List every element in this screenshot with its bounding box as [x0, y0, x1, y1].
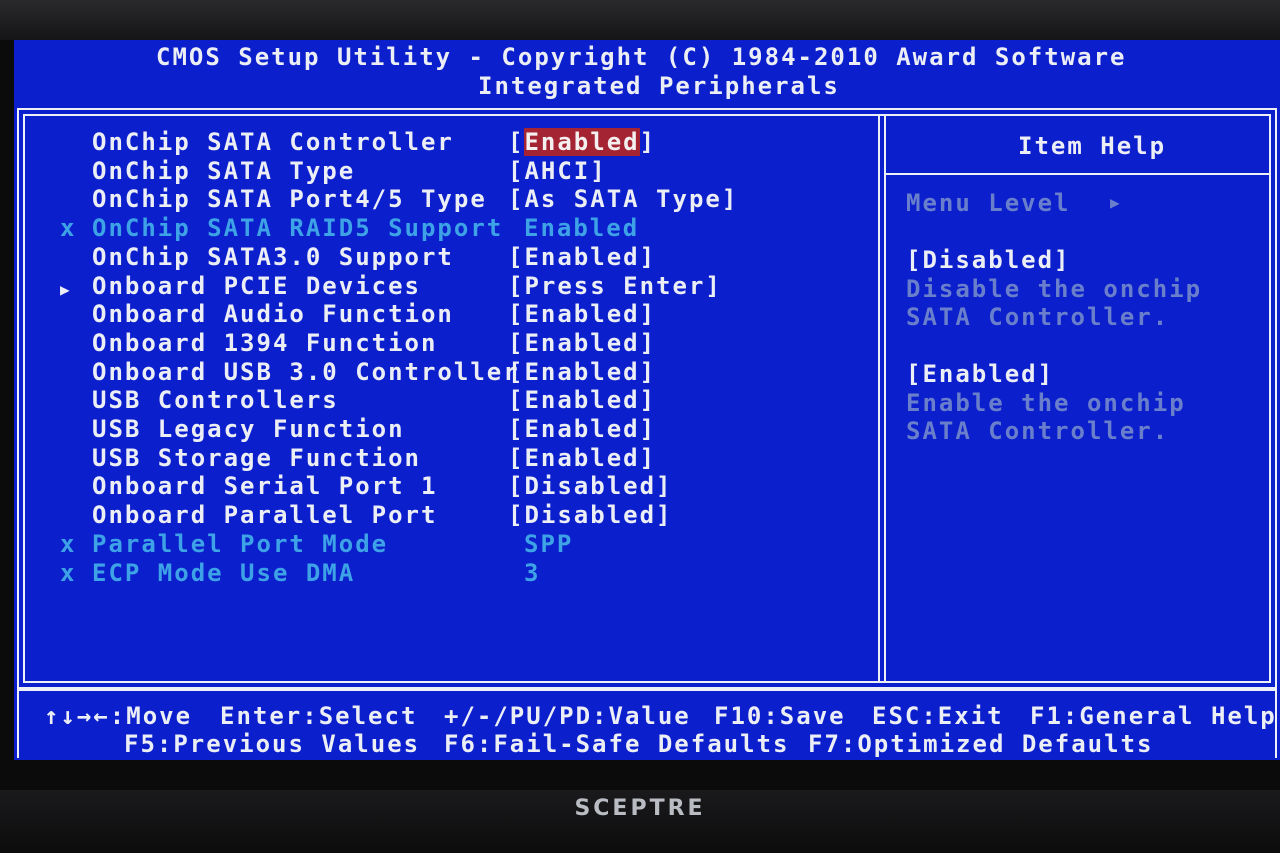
bracket-close: ]: [639, 128, 657, 156]
move-arrows-icon: ↑↓→←: [44, 702, 110, 730]
setting-value[interactable]: [Enabled]: [508, 358, 656, 386]
page-subtitle: Integrated Peripherals: [478, 72, 840, 100]
help-option-enabled: [Enabled]: [906, 360, 1055, 388]
bracket-open: [: [508, 128, 525, 156]
setting-value[interactable]: [Disabled]: [508, 472, 673, 500]
setting-value[interactable]: [As SATA Type]: [508, 185, 738, 213]
selected-value-highlight[interactable]: Enabled: [524, 128, 640, 156]
help-option-disabled: [Disabled]: [906, 246, 1071, 274]
setting-label: Parallel Port Mode: [92, 530, 389, 558]
panel-divider-inner: [884, 114, 886, 683]
setting-value[interactable]: [Enabled]: [508, 300, 656, 328]
disabled-marker-icon: x: [60, 214, 77, 242]
panel-divider: [878, 114, 880, 683]
menu-level-label: Menu Level: [906, 189, 1071, 217]
setting-value: Enabled: [524, 214, 640, 242]
setting-value[interactable]: [Enabled]: [508, 444, 656, 472]
key-optimized-defaults: F7:Optimized Defaults: [808, 730, 1154, 758]
help-text-disabled-line2: SATA Controller.: [906, 303, 1170, 331]
key-select: Enter:Select: [220, 702, 418, 730]
setting-value[interactable]: [Enabled]: [508, 243, 656, 271]
setting-label[interactable]: Onboard Audio Function: [92, 300, 454, 328]
bios-screen: CMOS Setup Utility - Copyright (C) 1984-…: [14, 40, 1280, 760]
disabled-marker-icon: x: [60, 559, 77, 587]
page-title: CMOS Setup Utility - Copyright (C) 1984-…: [156, 43, 1127, 71]
setting-label[interactable]: Onboard PCIE Devices: [92, 272, 421, 300]
setting-label[interactable]: Onboard 1394 Function: [92, 329, 437, 357]
help-title-divider: [884, 173, 1271, 175]
setting-label[interactable]: USB Storage Function: [92, 444, 421, 472]
setting-label[interactable]: OnChip SATA Type: [92, 157, 355, 185]
setting-value[interactable]: [Press Enter]: [508, 272, 722, 300]
help-text-enabled-line2: SATA Controller.: [906, 417, 1170, 445]
key-save: F10:Save: [714, 702, 846, 730]
setting-label: ECP Mode Use DMA: [92, 559, 356, 587]
setting-label[interactable]: OnChip SATA3.0 Support: [92, 243, 454, 271]
setting-value[interactable]: [Enabled]: [508, 415, 656, 443]
help-title: Item Help: [1018, 132, 1167, 160]
submenu-arrow-icon: ▶: [60, 280, 72, 299]
setting-label[interactable]: USB Controllers: [92, 386, 339, 414]
help-text-enabled-line1: Enable the onchip: [906, 389, 1186, 417]
key-value: +/-/PU/PD:Value: [444, 702, 691, 730]
key-general-help: F1:General Help: [1030, 702, 1277, 730]
setting-value: SPP: [524, 530, 574, 558]
setting-label[interactable]: Onboard Serial Port 1: [92, 472, 437, 500]
setting-value[interactable]: [Enabled]: [508, 329, 656, 357]
setting-value: 3: [524, 559, 541, 587]
setting-label[interactable]: Onboard Parallel Port: [92, 501, 437, 529]
help-text-disabled-line1: Disable the onchip: [906, 275, 1203, 303]
setting-value[interactable]: [Enabled]: [508, 386, 656, 414]
setting-value[interactable]: [Disabled]: [508, 501, 673, 529]
setting-label[interactable]: OnChip SATA Port4/5 Type: [92, 185, 487, 213]
disabled-marker-icon: x: [60, 530, 77, 558]
setting-label: OnChip SATA RAID5 Support: [92, 214, 504, 242]
key-exit: ESC:Exit: [872, 702, 1004, 730]
setting-label[interactable]: OnChip SATA Controller: [92, 128, 454, 156]
monitor-brand-logo: SCEPTRE: [574, 796, 706, 821]
setting-value[interactable]: [Enabled]: [508, 128, 656, 156]
setting-label[interactable]: USB Legacy Function: [92, 415, 405, 443]
setting-value[interactable]: [AHCI]: [508, 157, 607, 185]
setting-label[interactable]: Onboard USB 3.0 Controller: [92, 358, 520, 386]
monitor-bezel-top: [0, 0, 1280, 40]
menu-level-arrow-icon: ▶: [1110, 193, 1122, 212]
key-previous-values: F5:Previous Values: [124, 730, 421, 758]
key-fail-safe-defaults: F6:Fail-Safe Defaults: [444, 730, 790, 758]
key-move: ↑↓→←:Move: [44, 702, 193, 730]
